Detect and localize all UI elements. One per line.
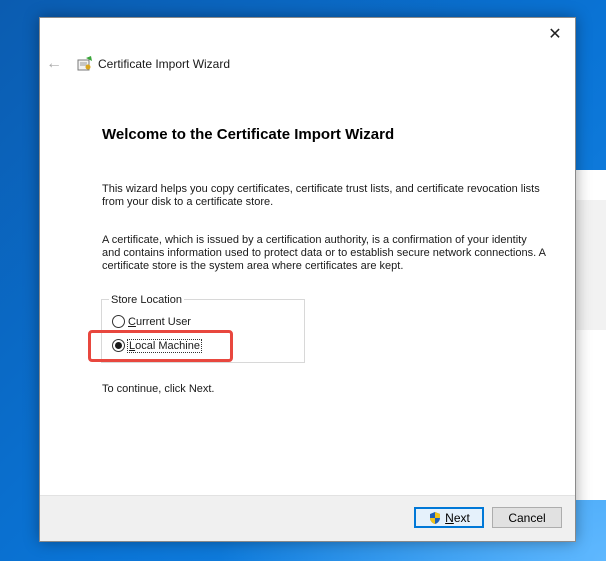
cancel-button-label: Cancel	[508, 510, 546, 525]
background-window-panel	[575, 200, 606, 330]
store-location-legend: Store Location	[109, 294, 184, 306]
current-user-option[interactable]: Current User	[112, 315, 191, 328]
uac-shield-icon	[430, 511, 441, 524]
back-button[interactable]: ←	[46, 55, 64, 73]
certificate-import-wizard-dialog: ✕ ← Certificate Import Wizard Welcome to…	[39, 17, 576, 542]
current-user-label: Current User	[128, 315, 191, 328]
close-button[interactable]: ✕	[541, 22, 569, 46]
page-heading: Welcome to the Certificate Import Wizard	[102, 126, 395, 143]
next-button-label: Next	[445, 510, 470, 525]
certificate-wizard-icon	[77, 56, 92, 71]
intro-paragraph: This wizard helps you copy certificates,…	[102, 183, 540, 208]
dialog-footer: Next Cancel	[40, 495, 575, 541]
certificate-description-paragraph: A certificate, which is issued by a cert…	[102, 234, 546, 272]
next-button[interactable]: Next	[414, 507, 484, 528]
cancel-button[interactable]: Cancel	[492, 507, 562, 528]
annotation-highlight-box	[88, 330, 233, 362]
continue-instruction: To continue, click Next.	[102, 383, 215, 395]
close-icon: ✕	[548, 26, 562, 43]
back-arrow-icon: ←	[46, 55, 62, 72]
window-title: Certificate Import Wizard	[98, 57, 231, 71]
current-user-radio[interactable]	[112, 315, 125, 328]
